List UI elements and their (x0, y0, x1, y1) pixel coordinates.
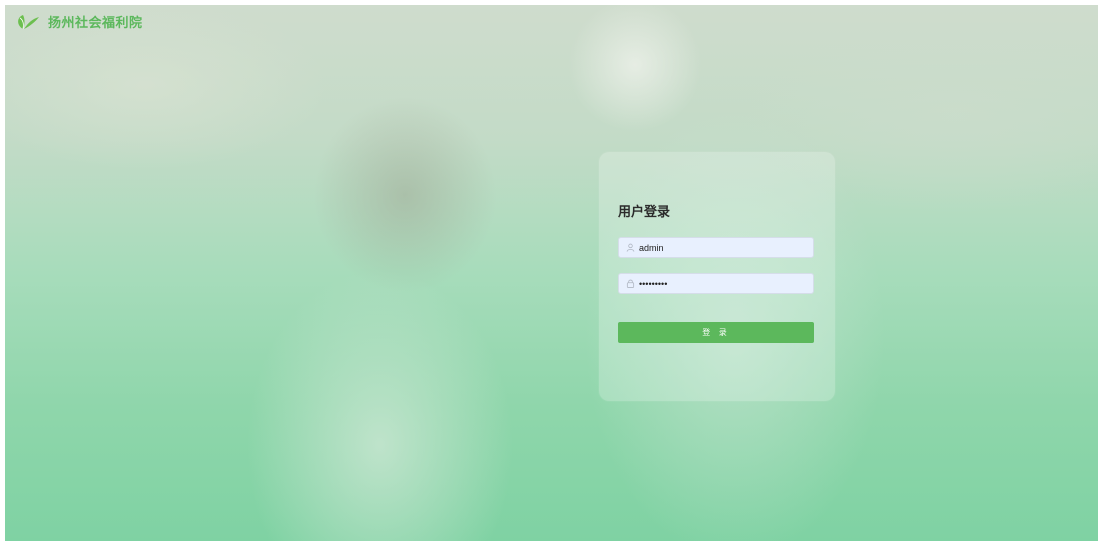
site-logo: 扬州社会福利院 (14, 12, 143, 31)
username-input[interactable] (638, 238, 809, 257)
username-field[interactable] (618, 237, 814, 258)
user-icon (622, 243, 638, 252)
lock-icon (622, 279, 638, 288)
login-card: 用户登录 登 录 (599, 152, 835, 401)
background-photo (5, 5, 1098, 541)
site-title: 扬州社会福利院 (48, 16, 143, 31)
leaf-logo-icon (18, 14, 39, 29)
login-button[interactable]: 登 录 (618, 322, 814, 343)
login-page: 扬州社会福利院 用户登录 登 录 (0, 0, 1103, 541)
login-title: 用户登录 (618, 205, 671, 220)
password-field[interactable] (618, 273, 814, 294)
password-input[interactable] (638, 274, 809, 293)
